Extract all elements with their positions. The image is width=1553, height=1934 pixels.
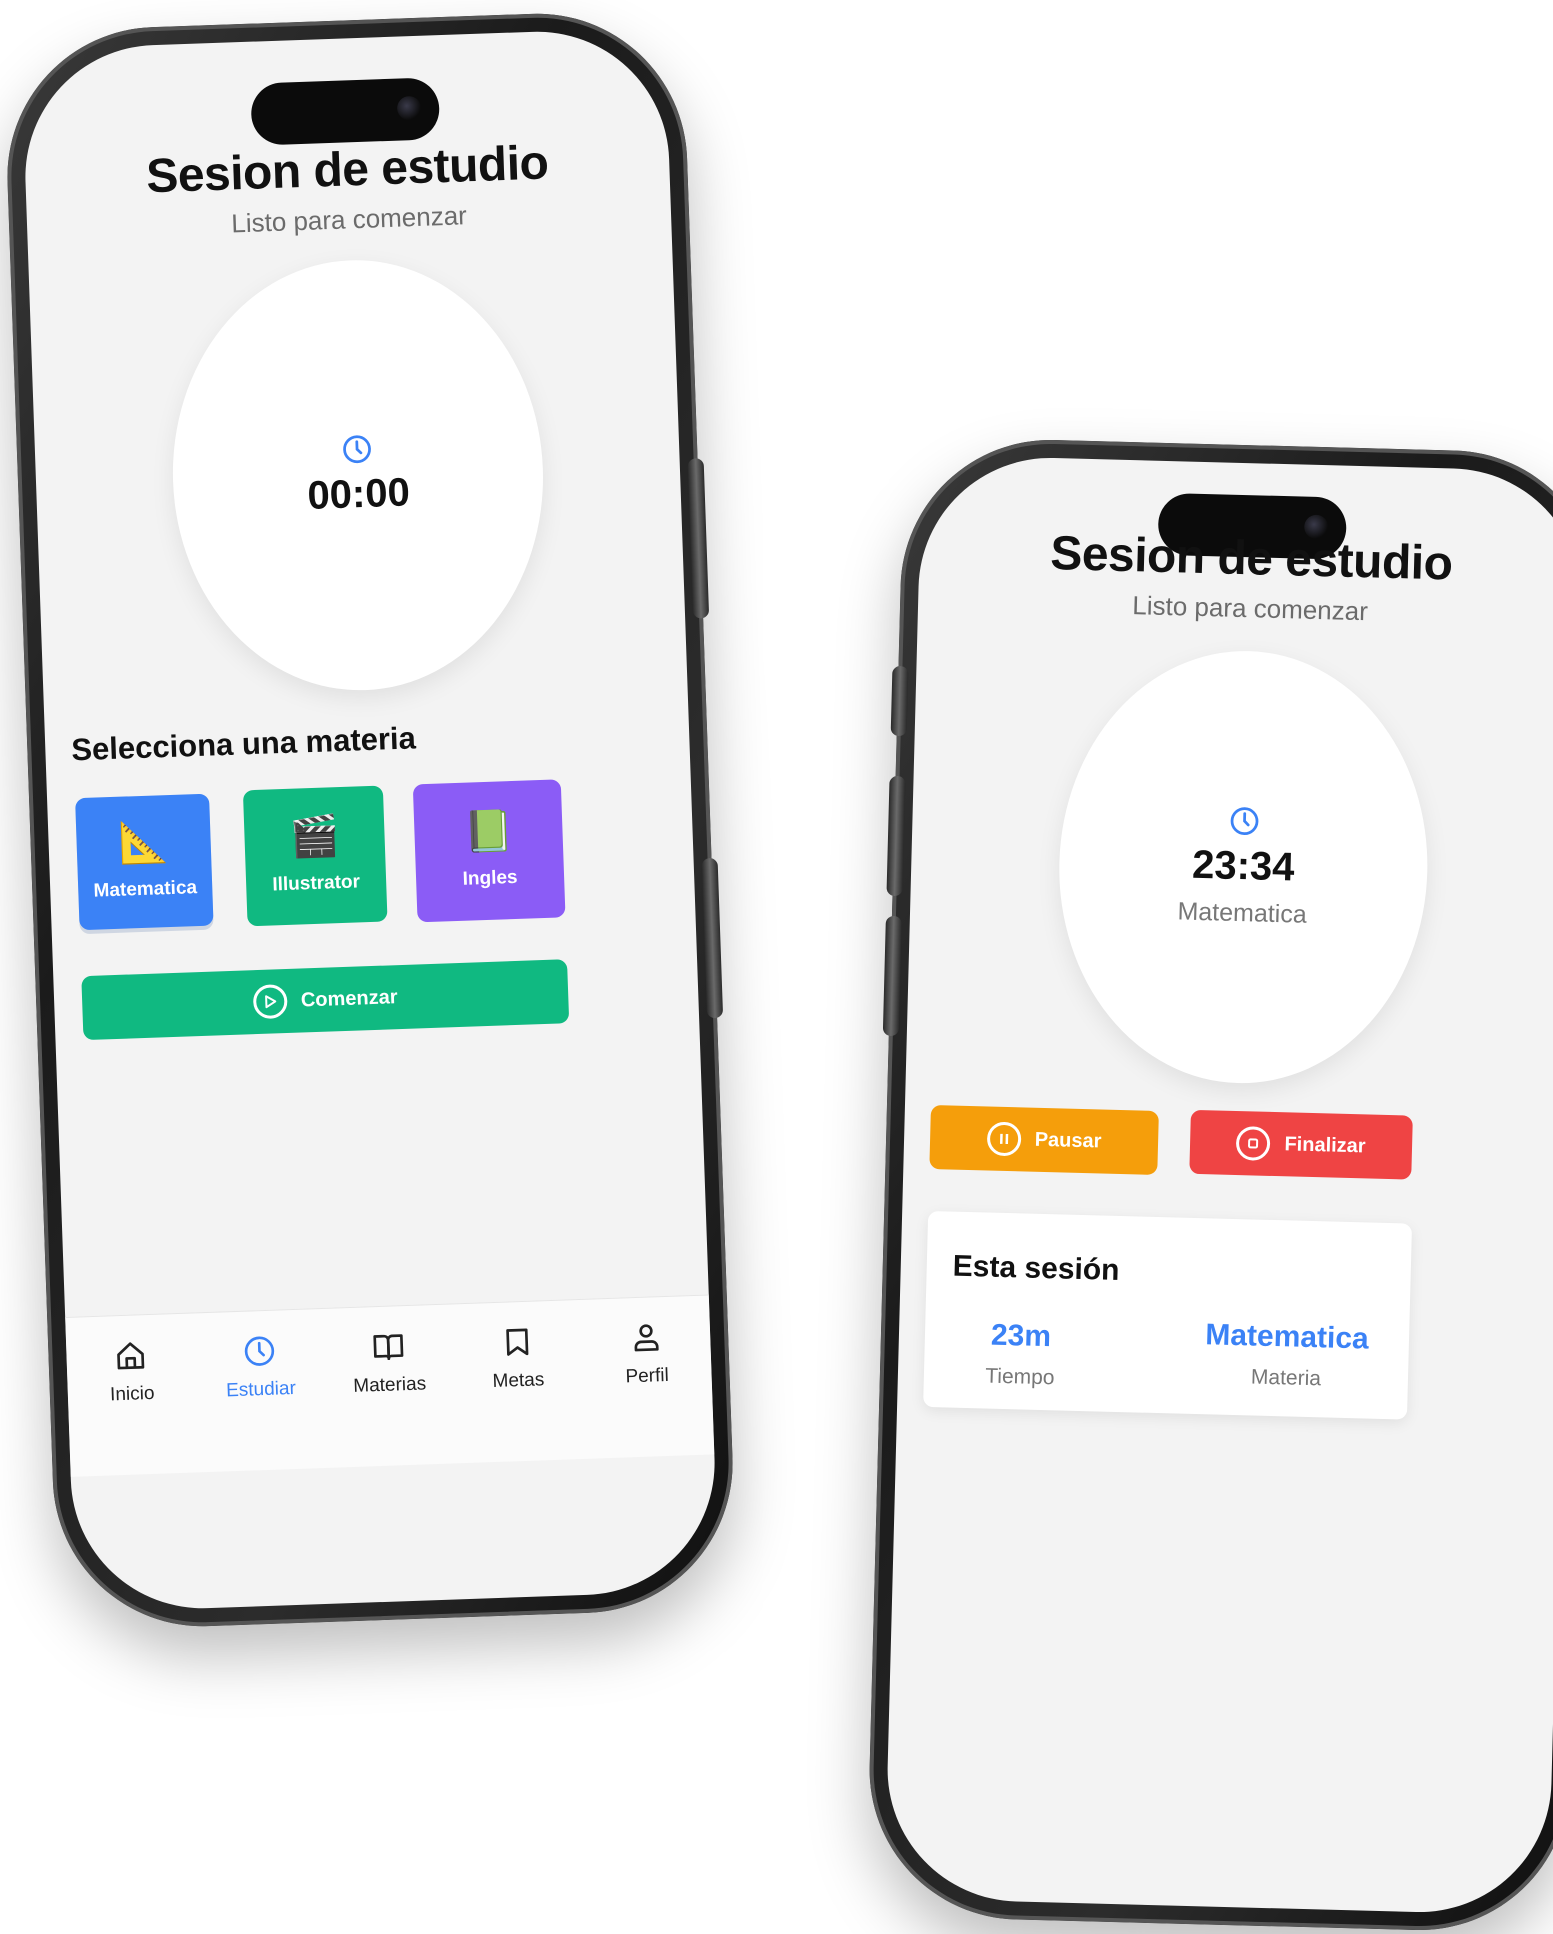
- phone-frame-left: Sesion de estudio Listo para comenzar 00…: [2, 8, 738, 1632]
- clock-icon: [243, 1335, 276, 1368]
- nav-label: Estudiar: [225, 1377, 297, 1402]
- clock-icon: [342, 433, 373, 464]
- nav-item-metas[interactable]: Metas: [467, 1324, 572, 1462]
- book-icon: 📗: [462, 809, 515, 855]
- nav-label: Materias: [352, 1373, 427, 1397]
- stat-label: Tiempo: [984, 1364, 1055, 1390]
- subject-card-matematica[interactable]: 📐 Matematica: [75, 793, 214, 931]
- timer-time: 23:34: [1191, 842, 1296, 890]
- clapperboard-icon: 🎬: [288, 814, 341, 860]
- page-title: Sesion de estudio: [1049, 526, 1454, 591]
- pause-button[interactable]: Pausar: [929, 1105, 1159, 1175]
- play-circle-icon: [252, 984, 288, 1020]
- screen-right: Sesion de estudio Listo para comenzar 23…: [884, 454, 1553, 1916]
- nav-label: Inicio: [109, 1382, 155, 1406]
- dynamic-island: [250, 77, 441, 146]
- bottom-nav: Inicio Estudiar Materias Metas Perfil: [65, 1294, 715, 1477]
- stop-circle-icon: [1236, 1126, 1271, 1161]
- stat-subject: Matematica Materia: [1196, 1318, 1378, 1393]
- subject-card-illustrator[interactable]: 🎬 Illustrator: [242, 785, 388, 927]
- side-button: [882, 915, 902, 1037]
- finish-button[interactable]: Finalizar: [1189, 1109, 1413, 1180]
- finish-button-label: Finalizar: [1284, 1132, 1366, 1157]
- nav-label: Perfil: [625, 1364, 670, 1388]
- side-button: [890, 665, 909, 737]
- stat-label: Materia: [1250, 1365, 1322, 1391]
- screen-left: Sesion de estudio Listo para comenzar 00…: [20, 27, 720, 1613]
- side-button: [687, 458, 710, 619]
- side-button: [701, 857, 724, 1019]
- subject-label: Ingles: [462, 866, 518, 890]
- start-button-label: Comenzar: [300, 985, 398, 1012]
- subject-card-ingles[interactable]: 📗 Ingles: [412, 779, 566, 923]
- open-book-icon: [372, 1330, 405, 1363]
- timer-subject: Matematica: [1177, 897, 1308, 929]
- nav-item-materias[interactable]: Materias: [338, 1329, 443, 1467]
- timer-display: 23:34 Matematica: [1053, 646, 1433, 1088]
- home-icon: [114, 1339, 147, 1372]
- nav-item-inicio[interactable]: Inicio: [80, 1338, 185, 1476]
- subject-label: Matematica: [93, 877, 198, 902]
- nav-item-perfil[interactable]: Perfil: [595, 1320, 700, 1458]
- nav-label: Metas: [492, 1369, 545, 1393]
- start-button[interactable]: Comenzar: [81, 959, 570, 1041]
- nav-item-estudiar[interactable]: Estudiar: [209, 1333, 314, 1471]
- bookmark-icon: [501, 1326, 534, 1359]
- pause-button-label: Pausar: [1034, 1128, 1102, 1152]
- session-summary-card: Esta sesión 23m Tiempo Matematica Materi…: [923, 1210, 1413, 1420]
- user-icon: [629, 1321, 662, 1354]
- timer-time: 00:00: [306, 469, 411, 518]
- camera-icon: [396, 95, 422, 121]
- card-title: Esta sesión: [952, 1249, 1120, 1287]
- pause-circle-icon: [986, 1121, 1022, 1157]
- page-subtitle: Listo para comenzar: [1131, 590, 1369, 627]
- subject-label: Illustrator: [272, 871, 361, 896]
- stat-value: Matematica: [1204, 1318, 1370, 1356]
- stat-value: 23m: [990, 1318, 1052, 1354]
- section-heading: Selecciona una materia: [70, 720, 417, 768]
- phone-frame-right: Sesion de estudio Listo para comenzar 23…: [865, 436, 1553, 1934]
- clock-icon: [1229, 806, 1260, 837]
- timer-display: 00:00: [165, 253, 551, 697]
- side-button: [886, 775, 906, 897]
- triangle-ruler-icon: 📐: [118, 820, 170, 866]
- stat-time: 23m Tiempo: [960, 1318, 1082, 1391]
